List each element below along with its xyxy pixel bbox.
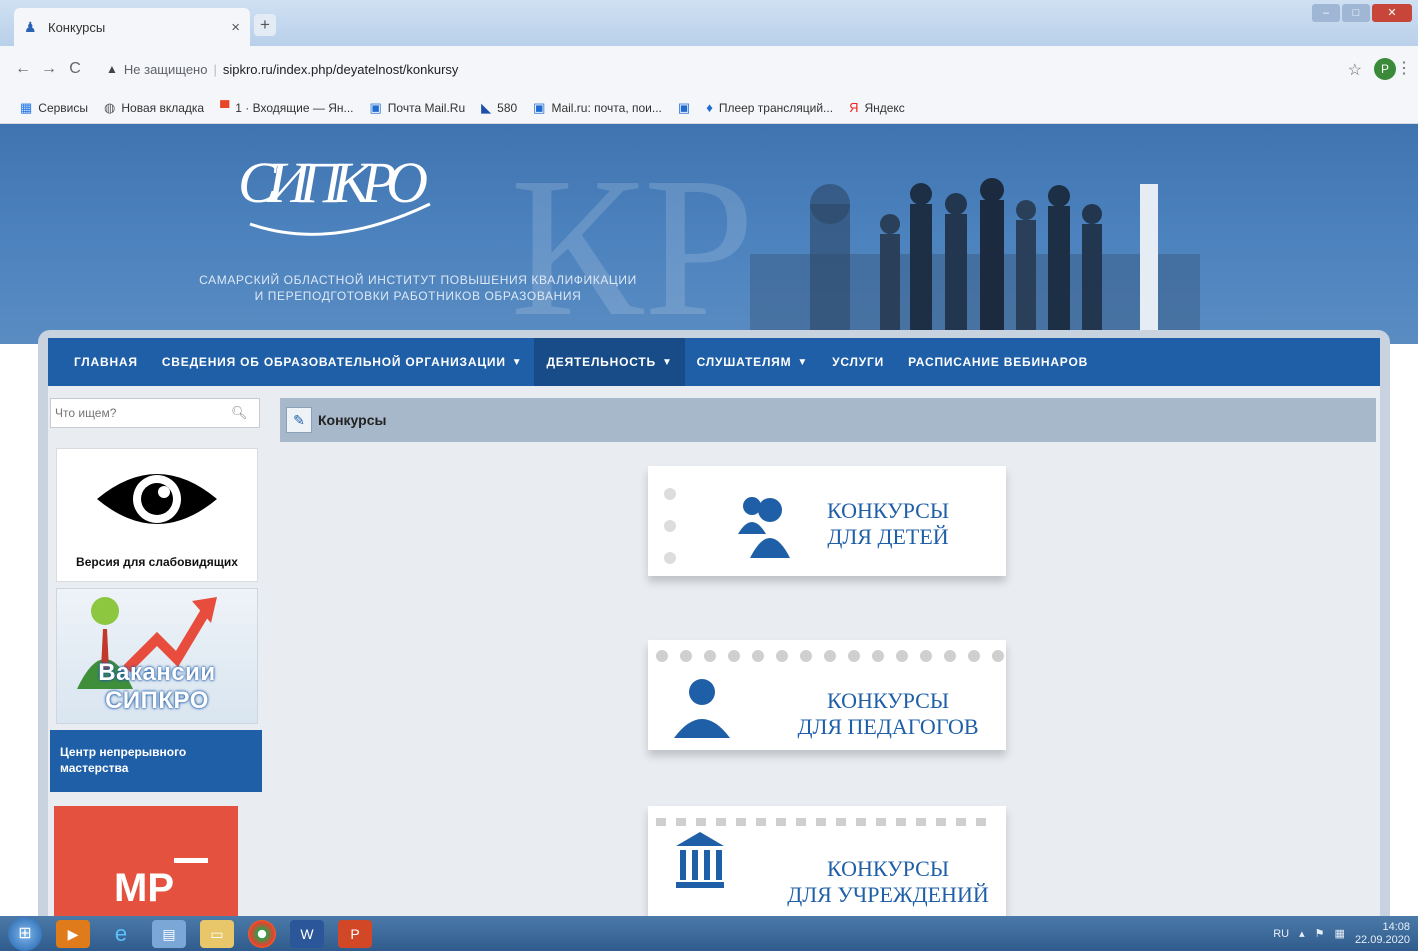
flag-icon[interactable]: ⚑ [1315, 927, 1325, 940]
system-tray: RU ▴ ⚑ ▦ 14:08 22.09.2020 [1273, 916, 1410, 951]
continuous-mastery-center-link[interactable]: Центр непрерывного мастерства [50, 730, 262, 792]
player-icon: ♦ [706, 100, 713, 115]
language-indicator[interactable]: RU [1273, 928, 1289, 940]
mp-decoration [174, 858, 208, 863]
mailru-icon: ▣ [533, 99, 546, 115]
document-icon[interactable]: ▤ [152, 919, 186, 948]
reload-icon[interactable]: C [62, 60, 88, 78]
tray-arrow-icon[interactable]: ▴ [1299, 927, 1305, 940]
back-arrow-icon[interactable]: ← [10, 60, 36, 78]
main-navigation: ГЛАВНАЯ СВЕДЕНИЯ ОБ ОБРАЗОВАТЕЛЬНОЙ ОРГА… [48, 338, 1380, 386]
bookmark-item[interactable]: ♦ Плеер трансляций... [706, 100, 833, 115]
dashed-border-decoration [656, 818, 986, 826]
caret-down-icon: ▼ [661, 356, 673, 368]
page-title: Конкурсы [318, 412, 387, 428]
minimize-button[interactable]: – [1312, 4, 1340, 22]
contests-for-teachers-card[interactable]: КОНКУРСЫ ДЛЯ ПЕДАГОГОВ [648, 640, 1006, 750]
apps-icon: ▦ [20, 99, 33, 115]
caret-down-icon: ▼ [797, 356, 809, 368]
search-icon[interactable]: 🔍︎ [231, 405, 248, 421]
start-button-icon[interactable]: ⊞ [8, 916, 42, 951]
browser-tab[interactable]: ♟ Конкурсы × [14, 8, 250, 46]
sipkro-logo[interactable]: СИПКРО [230, 134, 440, 254]
search-input[interactable] [51, 405, 231, 421]
yandex-icon: Я [849, 100, 859, 115]
bookmark-item[interactable]: ▀ 1 · Входящие — Ян... [220, 100, 353, 115]
browser-toolbar: ← → C ▲ Не защищено | sipkro.ru/index.ph… [0, 46, 1418, 92]
url-text: sipkro.ru/index.php/deyatelnost/konkursy [222, 61, 459, 77]
forward-arrow-icon[interactable]: → [36, 60, 62, 78]
new-tab-button[interactable]: + [254, 14, 276, 36]
low-vision-version-banner[interactable]: Версия для слабовидящих [56, 448, 258, 582]
close-tab-icon[interactable]: × [231, 19, 240, 36]
bookmarks-bar: ▦ Сервисы ◍ Новая вкладка ▀ 1 · Входящие — … [0, 92, 1418, 124]
bookmark-item[interactable]: ◍ Новая вкладка [104, 100, 204, 116]
people-silhouette-illustration [750, 178, 1200, 344]
mp-banner[interactable]: МР [54, 806, 238, 916]
bookmark-item[interactable]: ◣ 580 [481, 100, 517, 116]
vacancies-label: Вакансии СИПКРО [98, 659, 216, 714]
mailru-icon: ▣ [677, 99, 691, 115]
card-label: КОНКУРСЫ ДЛЯ ДЕТЕЙ [826, 498, 950, 549]
address-separator: | [213, 61, 217, 77]
internet-explorer-icon[interactable]: e [104, 920, 138, 948]
caret-down-icon: ▼ [511, 356, 523, 368]
eye-icon [97, 474, 217, 524]
svg-text:СИПКРО: СИПКРО [238, 150, 428, 215]
clock[interactable]: 14:08 22.09.2020 [1355, 921, 1410, 947]
institute-name: САМАРСКИЙ ОБЛАСТНОЙ ИНСТИТУТ ПОВЫШЕНИЯ К… [199, 273, 637, 303]
low-vision-label: Версия для слабовидящих [76, 555, 238, 569]
bookmark-item[interactable]: Я Яндекс [849, 100, 905, 115]
window-controls: – □ ✕ [1312, 4, 1412, 22]
bookmark-star-icon[interactable]: ☆ [1348, 60, 1362, 80]
page-title-bar: ✎ Конкурсы [280, 398, 1376, 442]
nav-item-webinar-schedule[interactable]: РАСПИСАНИЕ ВЕБИНАРОВ [896, 338, 1100, 386]
network-icon[interactable]: ▦ [1335, 927, 1345, 940]
bookmark-item[interactable]: ▣ Mail.ru: почта, пои... [533, 100, 662, 116]
mail-icon: ▀ [220, 100, 230, 115]
nav-item-activity[interactable]: ДЕЯТЕЛЬНОСТЬ ▼ [534, 338, 685, 386]
powerpoint-icon[interactable]: P [338, 919, 372, 948]
vacancies-banner[interactable]: Вакансии СИПКРО [56, 588, 258, 724]
profile-avatar[interactable]: P [1374, 58, 1396, 80]
contests-for-children-card[interactable]: КОНКУРСЫ ДЛЯ ДЕТЕЙ [648, 466, 1006, 576]
nav-item-services[interactable]: УСЛУГИ [820, 338, 896, 386]
card-label: КОНКУРСЫ ДЛЯ ПЕДАГОГОВ [797, 688, 979, 739]
chrome-icon[interactable] [248, 919, 276, 948]
bookmark-item[interactable]: ▣ Почта Mail.Ru [370, 100, 466, 116]
mailru-icon: ▣ [369, 99, 382, 115]
contests-for-institutions-card[interactable]: КОНКУРСЫ ДЛЯ УЧРЕЖДЕНИЙ [648, 806, 1006, 916]
close-window-button[interactable]: ✕ [1372, 4, 1412, 22]
bookmark-item[interactable]: ▣ [678, 100, 690, 116]
mp-label: МР [114, 866, 174, 910]
site-header: КР СИПКРО САМАРСКИЙ ОБЛАСТНОЙ ИНСТИТУТ П… [0, 124, 1418, 344]
maximize-button[interactable]: □ [1342, 4, 1370, 22]
article-icon: ✎ [286, 407, 312, 433]
nav-item-home[interactable]: ГЛАВНАЯ [62, 338, 150, 386]
nav-item-organization-info[interactable]: СВЕДЕНИЯ ОБ ОБРАЗОВАТЕЛЬНОЙ ОРГАНИЗАЦИИ ▼ [150, 338, 535, 386]
browser-tabstrip: ♟ Конкурсы × + – □ ✕ [0, 0, 1418, 46]
warning-triangle-icon: ▲ [106, 62, 118, 76]
word-icon[interactable]: W [290, 919, 324, 948]
dotted-border-decoration [656, 650, 1004, 662]
address-bar[interactable]: ▲ Не защищено | sipkro.ru/index.php/deya… [106, 54, 1326, 84]
bookmark-item[interactable]: ▦ Сервисы [20, 100, 88, 116]
globe-icon: ◍ [104, 99, 116, 115]
institution-building-icon [676, 832, 724, 888]
nav-item-listeners[interactable]: СЛУШАТЕЛЯМ ▼ [685, 338, 820, 386]
menu-kebab-icon[interactable]: ⋮ [1396, 58, 1412, 78]
person-icon [674, 679, 730, 738]
security-warning: Не защищено [123, 61, 208, 77]
site-search: 🔍︎ [50, 398, 260, 428]
svg-text:КР: КР [510, 137, 755, 344]
windows-taskbar: ⊞ ▶ e ▤ ▭ W P RU ▴ ⚑ ▦ 14:08 22.09.2020 [0, 916, 1418, 951]
site-favicon-icon: ♟ [24, 19, 37, 35]
notebook-rings-icon [664, 488, 676, 564]
tab-title: Конкурсы [48, 19, 106, 35]
folder-icon[interactable]: ▭ [200, 919, 234, 948]
media-player-icon[interactable]: ▶ [56, 919, 90, 948]
card-label: КОНКУРСЫ ДЛЯ УЧРЕЖДЕНИЙ [787, 856, 989, 907]
shoe-icon: ◣ [481, 99, 492, 115]
